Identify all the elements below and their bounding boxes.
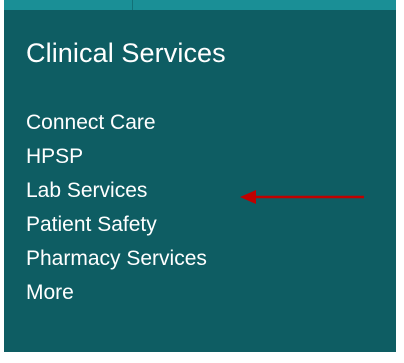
link-pharmacy-services[interactable]: Pharmacy Services [26,247,207,270]
link-lab-services[interactable]: Lab Services [26,179,147,202]
arrow-left-icon [240,190,364,204]
list-item: Patient Safety [26,208,207,242]
list-item: Pharmacy Services [26,242,207,276]
top-accent-bar [4,0,396,10]
list-item: HPSP [26,140,207,174]
clinical-services-panel: Clinical Services Connect Care HPSP Lab … [4,0,396,352]
list-item: Lab Services [26,174,207,208]
link-hpsp[interactable]: HPSP [26,145,83,168]
link-connect-care[interactable]: Connect Care [26,111,156,134]
list-item: More [26,276,207,310]
link-more[interactable]: More [26,281,74,304]
panel-title: Clinical Services [26,38,226,68]
list-item: Connect Care [26,106,207,140]
top-accent-divider [132,0,133,10]
clinical-services-link-list: Connect Care HPSP Lab Services Patient S… [26,106,207,310]
link-patient-safety[interactable]: Patient Safety [26,213,157,236]
